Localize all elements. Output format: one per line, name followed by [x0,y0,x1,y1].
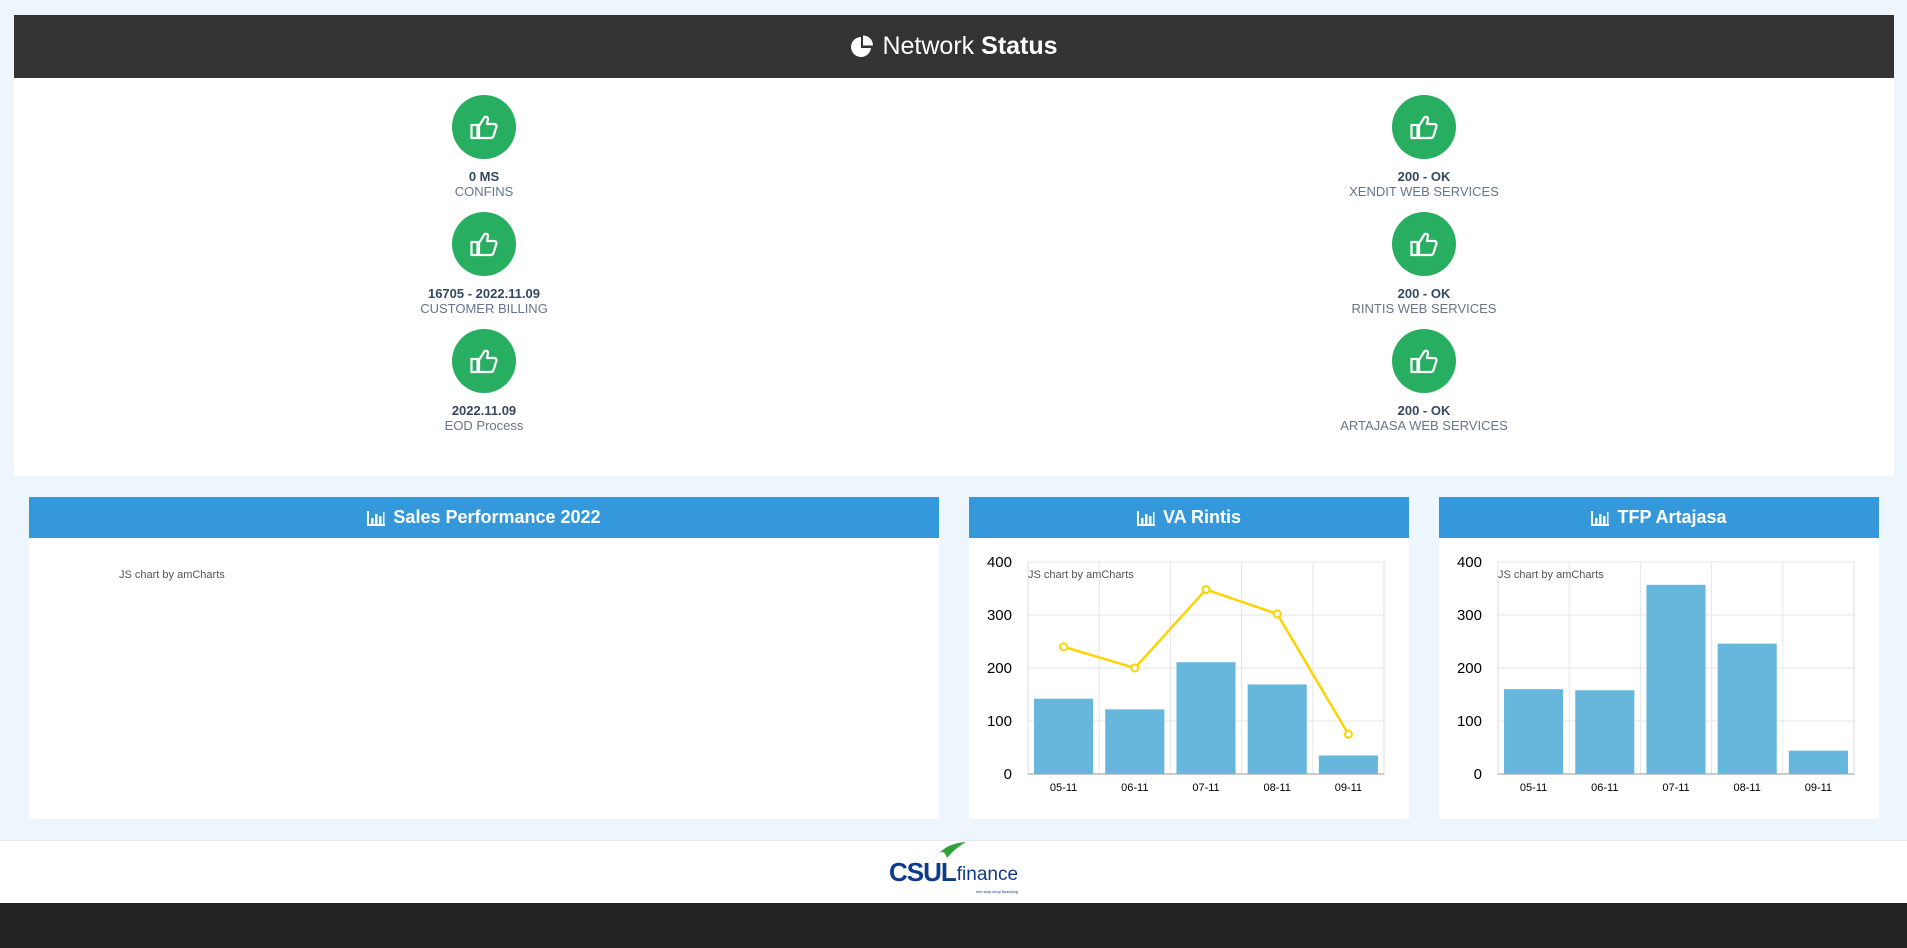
x-tick-label: 09-11 [1805,782,1832,794]
va-rintis-title: VA Rintis [1162,507,1241,527]
network-status-header: Network Status [14,15,1894,78]
y-tick-label: 100 [987,713,1012,730]
sales-performance-header: Sales Performance 2022 [29,497,939,538]
chart-bar [1504,689,1564,774]
x-tick-label: 07-11 [1662,782,1689,794]
y-tick-label: 200 [987,660,1012,677]
amcharts-credit[interactable]: JS chart by amCharts [1498,569,1604,581]
pie-chart-icon [851,35,874,57]
x-tick-label: 06-11 [1121,782,1148,794]
status-ok-badge[interactable] [452,212,516,276]
service-status-value: 16705 - 2022.11.09 [427,286,541,301]
thumbs-up-icon [470,115,498,140]
service-status-value: 200 - OK [1397,403,1451,418]
footer-bar [0,903,1907,948]
status-ok-badge[interactable] [452,95,516,159]
y-tick-label: 0 [1004,766,1012,783]
va-rintis-header: VA Rintis [969,497,1409,538]
thumbs-up-icon [1410,115,1438,140]
bar-chart-icon [367,510,386,526]
x-tick-label: 09-11 [1335,782,1362,794]
thumbs-up-icon [470,349,498,374]
leaf-icon [934,841,966,858]
thumbs-up-icon [470,232,498,257]
sales-performance-card: Sales Performance 2022 JS chart by amCha… [29,497,939,819]
logo-tagline: one stop shop financing [975,888,1019,894]
y-tick-label: 100 [1457,713,1482,730]
y-tick-label: 400 [987,554,1012,571]
y-tick-label: 300 [1457,607,1482,624]
chart-bar [1176,662,1236,774]
x-tick-label: 05-11 [1520,782,1547,794]
y-tick-label: 200 [1457,660,1482,677]
status-title-light: Network [882,32,975,60]
service-name: CUSTOMER BILLING [420,301,548,316]
chart-bar [1318,755,1378,774]
logo-main-text: CSUL [888,856,957,887]
x-tick-label: 07-11 [1192,782,1219,794]
tfp-artajasa-header: TFP Artajasa [1439,497,1879,538]
service-name: RINTIS WEB SERVICES [1351,301,1497,316]
chart-bar [1788,750,1848,774]
service-status-item: 0 MS CONFINS [334,95,634,199]
status-ok-badge[interactable] [1392,212,1456,276]
chart-point [1201,585,1211,595]
status-ok-badge[interactable] [452,329,516,393]
va-rintis-card: VA Rintis 0 100 200 300 400 05-11 06-11 07-11 08… [969,497,1409,819]
sales-performance-title: Sales Performance 2022 [393,507,601,527]
service-status-value: 0 MS [468,169,500,184]
csul-finance-logo[interactable]: CSUL finance one stop shop financing [888,841,1019,894]
chart-point [1272,609,1282,619]
chart-bar [1646,584,1706,774]
chart-point [1343,729,1353,739]
network-status-panel: Network Status 0 MS CONFINS 16705 - 2022.1… [14,15,1894,476]
status-ok-badge[interactable] [1392,95,1456,159]
x-tick-label: 08-11 [1734,782,1761,794]
service-name: ARTAJASA WEB SERVICES [1340,418,1508,433]
amcharts-credit[interactable]: JS chart by amCharts [1028,569,1134,581]
service-status-value: 200 - OK [1397,286,1451,301]
service-name: CONFINS [454,184,514,199]
thumbs-up-icon [1410,232,1438,257]
service-status-item: 200 - OK ARTAJASA WEB SERVICES [1274,329,1574,433]
service-status-value: 200 - OK [1397,169,1451,184]
x-tick-label: 06-11 [1591,782,1618,794]
status-body: 0 MS CONFINS 16705 - 2022.11.09 CUSTOMER BI… [14,78,1894,476]
y-tick-label: 0 [1474,766,1482,783]
service-status-item: 16705 - 2022.11.09 CUSTOMER BILLING [334,212,634,316]
x-tick-label: 05-11 [1050,782,1077,794]
chart-bar [1575,690,1635,774]
bar-chart-icon [1136,510,1155,526]
chart-bar [1034,698,1094,774]
tfp-artajasa-card: TFP Artajasa 0 100 200 300 400 05-11 06-11 07-1… [1439,497,1879,819]
status-ok-badge[interactable] [1392,329,1456,393]
chart-point [1059,642,1069,652]
service-status-item: 2022.11.09 EOD Process [334,329,634,433]
amcharts-credit[interactable]: JS chart by amCharts [119,569,225,581]
tfp-artajasa-title: TFP Artajasa [1617,507,1727,527]
chart-bar [1247,684,1307,774]
x-tick-label: 08-11 [1264,782,1291,794]
service-status-value: 2022.11.09 [451,403,517,418]
bar-chart-icon [1591,510,1610,526]
chart-bar [1105,709,1165,774]
chart-bar [1717,643,1777,774]
service-status-item: 200 - OK RINTIS WEB SERVICES [1274,212,1574,316]
service-status-item: 200 - OK XENDIT WEB SERVICES [1274,95,1574,199]
service-name: EOD Process [444,418,524,433]
service-name: XENDIT WEB SERVICES [1349,184,1499,199]
y-tick-label: 300 [987,607,1012,624]
logo-sub-text: finance [956,863,1019,885]
footer-logo-band: CSUL finance one stop shop financing [0,840,1907,903]
status-title-bold: Status [981,32,1058,60]
y-tick-label: 400 [1457,554,1482,571]
chart-point [1130,663,1140,673]
thumbs-up-icon [1410,349,1438,374]
